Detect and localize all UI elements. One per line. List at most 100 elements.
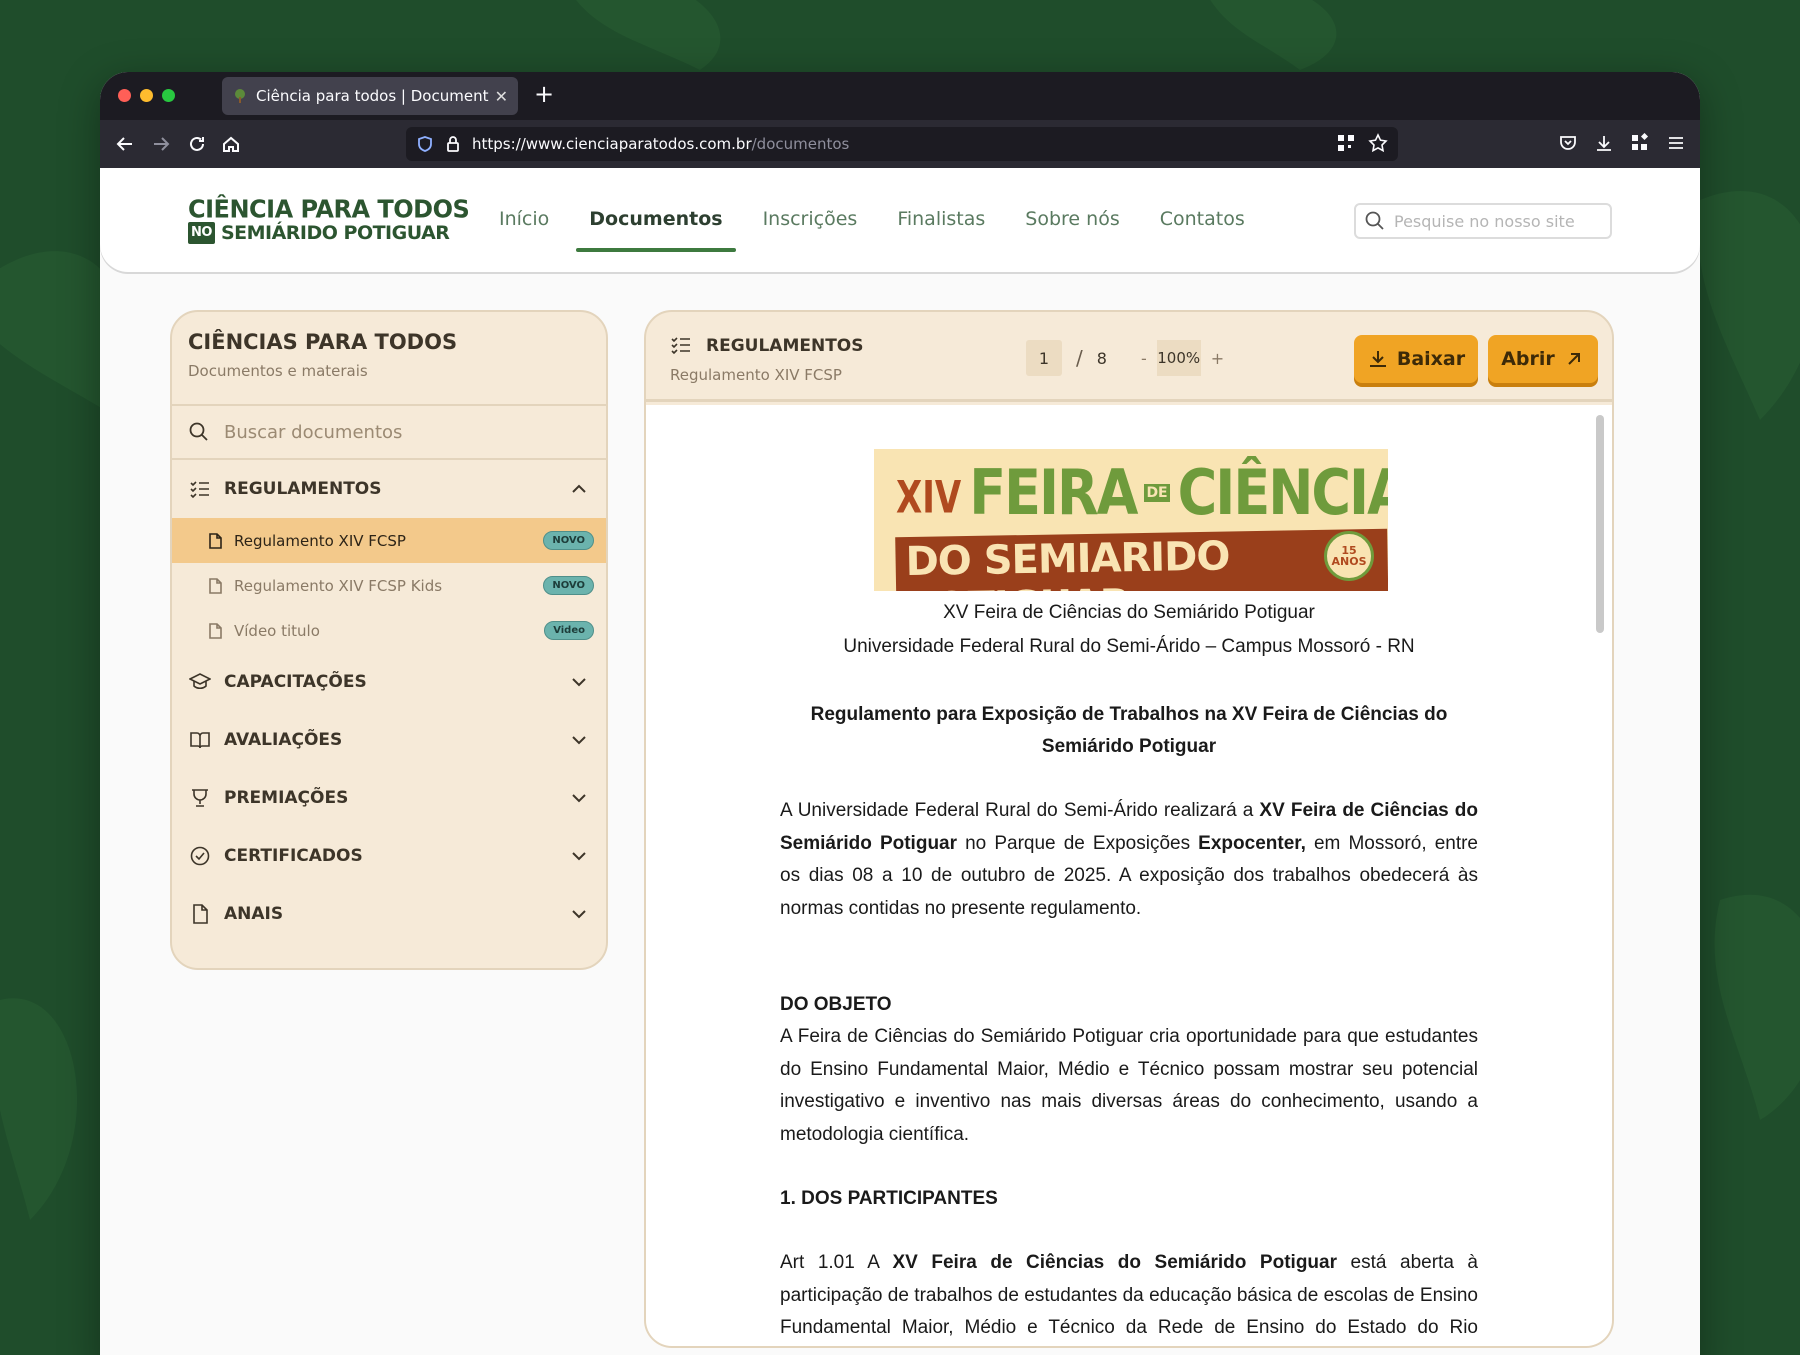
zoom-window-button[interactable]: [162, 89, 175, 102]
trophy-icon: [188, 786, 212, 810]
viewer-toolbar: REGULAMENTOS Regulamento XIV FCSP 1 / 8 …: [646, 312, 1612, 402]
video-badge: Video: [544, 621, 594, 640]
banner-ciencias: CIÊNCIAS: [1177, 456, 1388, 529]
navigation-bar: https://www.cienciaparatodos.com.br/docu…: [100, 120, 1700, 168]
category-label: CERTIFICADOS: [224, 846, 363, 866]
browser-tab[interactable]: Ciência para todos | Documentos ✕: [222, 77, 518, 115]
doc-heading-line2: Universidade Federal Rural do Semi-Árido…: [843, 636, 1415, 657]
menu-item-sobre-nos[interactable]: Sobre nós: [1012, 208, 1132, 252]
menu-item-inscricoes[interactable]: Inscrições: [750, 208, 871, 252]
zoom-level[interactable]: 100%: [1156, 340, 1201, 376]
event-banner: XIV FEIRA DE CIÊNCIAS DO SEMIARIDO POTIG…: [874, 449, 1388, 591]
open-book-icon: [188, 728, 212, 752]
reload-icon[interactable]: [184, 131, 210, 157]
graduation-cap-icon: [188, 670, 212, 694]
chevron-down-icon[interactable]: [568, 845, 590, 867]
chevron-down-icon[interactable]: [568, 787, 590, 809]
file-icon: [209, 622, 222, 639]
category-label: CAPACITAÇÕES: [224, 672, 367, 692]
intro-text-c: no Parque de Exposições: [957, 832, 1199, 854]
site-header: CIÊNCIA PARA TODOS NO SEMIÁRIDO POTIGUAR …: [100, 168, 1700, 272]
download-icon[interactable]: [1592, 131, 1616, 155]
menu-item-documentos[interactable]: Documentos: [576, 208, 736, 252]
zoom-out-button[interactable]: -: [1141, 349, 1147, 368]
document-page[interactable]: XIV FEIRA DE CIÊNCIAS DO SEMIARIDO POTIG…: [646, 405, 1612, 1346]
shield-icon[interactable]: [416, 134, 436, 154]
chevron-down-icon[interactable]: [568, 903, 590, 925]
menu-item-finalistas[interactable]: Finalistas: [884, 208, 998, 252]
regulation-title-line1: Regulamento para Exposição de Trabalhos …: [810, 704, 1448, 725]
list-check-icon: [670, 334, 694, 358]
doc-item-video-titulo[interactable]: Vídeo titulo Video: [172, 608, 606, 653]
category-label: REGULAMENTOS: [224, 479, 382, 499]
address-bar[interactable]: https://www.cienciaparatodos.com.br/docu…: [406, 127, 1398, 161]
banner-xiv: XIV: [896, 472, 962, 524]
document-viewer: REGULAMENTOS Regulamento XIV FCSP 1 / 8 …: [644, 310, 1614, 1348]
tree-favicon-icon: [235, 89, 245, 103]
lock-icon[interactable]: [444, 134, 464, 154]
sidebar-title: CIÊNCIAS PARA TODOS: [188, 330, 458, 354]
pocket-icon[interactable]: [1556, 131, 1580, 155]
window-controls: [118, 89, 175, 102]
download-button[interactable]: Baixar: [1354, 335, 1478, 383]
open-button[interactable]: Abrir: [1488, 335, 1598, 383]
site-search-input[interactable]: Pesquise no nosso site: [1354, 203, 1612, 239]
doc-label: Regulamento XIV FCSP: [234, 531, 406, 550]
chevron-up-icon[interactable]: [568, 478, 590, 500]
download-icon: [1369, 351, 1386, 367]
category-anais[interactable]: ANAIS: [172, 885, 606, 943]
site-logo[interactable]: CIÊNCIA PARA TODOS NO SEMIÁRIDO POTIGUAR: [188, 195, 470, 244]
download-label: Baixar: [1396, 348, 1466, 370]
badge-check-icon: [188, 844, 212, 868]
page-number-input[interactable]: 1: [1026, 340, 1062, 376]
file-icon: [209, 532, 222, 549]
document-search-input[interactable]: Buscar documentos: [172, 406, 606, 460]
file-icon: [209, 577, 222, 594]
category-avaliacoes[interactable]: AVALIAÇÕES: [172, 711, 606, 769]
browser-window: Ciência para todos | Documentos ✕ + http…: [100, 72, 1700, 1355]
menu-item-contatos[interactable]: Contatos: [1147, 208, 1258, 252]
new-badge: NOVO: [543, 531, 594, 550]
category-capacitacoes[interactable]: CAPACITAÇÕES: [172, 653, 606, 711]
category-certificados[interactable]: CERTIFICADOS: [172, 827, 606, 885]
anniversary-seal: 15 ANOS: [1324, 531, 1374, 581]
open-label: Abrir: [1501, 348, 1555, 370]
art-text-a: Art 1.01 A: [780, 1252, 893, 1273]
banner-line2: DO SEMIARIDO POTIGUAR: [895, 528, 1388, 591]
url-path: /documentos: [751, 135, 850, 153]
chevron-down-icon[interactable]: [568, 671, 590, 693]
intro-text-d: Expocenter,: [1198, 832, 1306, 854]
doc-heading-line1: XV Feira de Ciências do Semiárido Potigu…: [943, 602, 1315, 623]
forward-arrow-icon[interactable]: [148, 131, 174, 157]
extensions-icon[interactable]: [1628, 131, 1652, 155]
doc-label: Vídeo titulo: [234, 621, 320, 640]
category-premiacoes[interactable]: PREMIAÇÕES: [172, 769, 606, 827]
logo-line2: SEMIÁRIDO POTIGUAR: [220, 222, 450, 244]
chevron-down-icon[interactable]: [568, 729, 590, 751]
intro-paragraph: A Universidade Federal Rural do Semi-Ári…: [780, 795, 1478, 925]
category-regulamentos[interactable]: REGULAMENTOS: [172, 460, 606, 518]
category-label: AVALIAÇÕES: [224, 730, 343, 750]
back-arrow-icon[interactable]: [112, 131, 138, 157]
hamburger-menu-icon[interactable]: [1664, 131, 1688, 155]
home-icon[interactable]: [218, 131, 244, 157]
sidebar-header: CIÊNCIAS PARA TODOS Documentos e materai…: [172, 312, 606, 406]
bookmark-star-icon[interactable]: [1368, 133, 1388, 157]
doc-label: Regulamento XIV FCSP Kids: [234, 576, 443, 595]
documents-sidebar: CIÊNCIAS PARA TODOS Documentos e materai…: [170, 310, 608, 970]
article-1-01: Art 1.01 A XV Feira de Ciências do Semiá…: [780, 1247, 1478, 1346]
close-window-button[interactable]: [118, 89, 131, 102]
qr-code-icon[interactable]: [1336, 133, 1356, 157]
minimize-window-button[interactable]: [140, 89, 153, 102]
logo-box: NO: [188, 222, 215, 244]
search-icon: [189, 422, 208, 441]
sidebar-subtitle: Documentos e materais: [188, 362, 368, 380]
intro-text-a: A Universidade Federal Rural do Semi-Ári…: [780, 800, 1260, 821]
new-tab-button[interactable]: +: [534, 80, 554, 108]
menu-item-inicio[interactable]: Início: [486, 208, 562, 252]
zoom-in-button[interactable]: +: [1211, 349, 1224, 368]
doc-item-regulamento-xiv-fcsp[interactable]: Regulamento XIV FCSP NOVO: [172, 518, 606, 563]
scrollbar[interactable]: [1596, 415, 1604, 633]
doc-item-regulamento-xiv-fcsp-kids[interactable]: Regulamento XIV FCSP Kids NOVO: [172, 563, 606, 608]
close-tab-icon[interactable]: ✕: [495, 87, 508, 106]
